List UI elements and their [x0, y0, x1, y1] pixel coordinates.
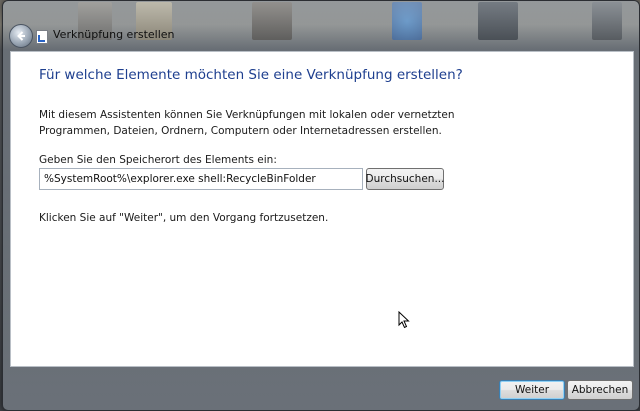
page-title: Für welche Elemente möchten Sie eine Ver… — [39, 67, 463, 83]
back-button[interactable] — [9, 24, 33, 48]
wizard-content: Für welche Elemente möchten Sie eine Ver… — [10, 51, 634, 367]
mouse-pointer-icon — [398, 311, 410, 329]
wizard-window: Verknüpfung erstellen Für welche Element… — [2, 0, 640, 411]
location-label: Geben Sie den Speicherort des Elements e… — [39, 154, 277, 166]
button-bar: Weiter Abbrechen — [10, 366, 633, 406]
next-button[interactable]: Weiter — [499, 380, 565, 400]
browse-button[interactable]: Durchsuchen... — [366, 168, 444, 190]
location-input[interactable] — [39, 168, 363, 190]
window-title: Verknüpfung erstellen — [53, 28, 175, 41]
wizard-description: Mit diesem Assistenten können Sie Verknü… — [39, 109, 455, 137]
cancel-button[interactable]: Abbrechen — [567, 380, 633, 400]
shortcut-icon — [36, 30, 48, 44]
continue-hint: Klicken Sie auf "Weiter", um den Vorgang… — [39, 212, 329, 224]
back-arrow-icon — [17, 31, 25, 41]
title-bar: Verknüpfung erstellen — [3, 21, 639, 51]
